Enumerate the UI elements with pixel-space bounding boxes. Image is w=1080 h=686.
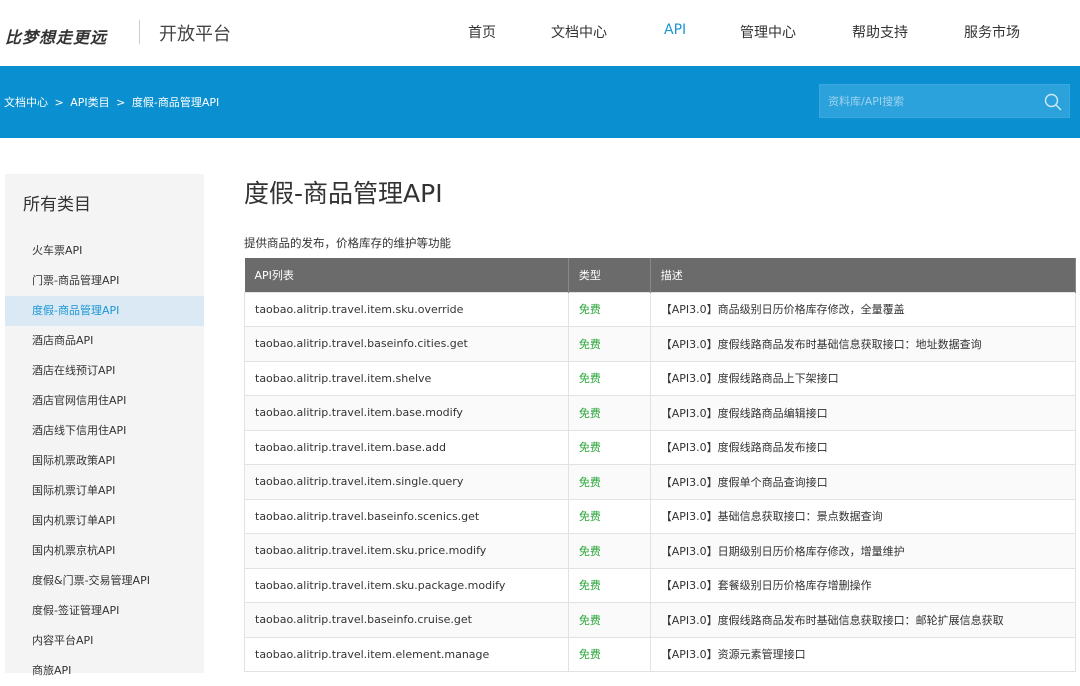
table-row: taobao.alitrip.travel.item.single.query … (244, 464, 1077, 500)
nav-api[interactable]: API (664, 22, 686, 38)
table-row: taobao.alitrip.travel.item.shelve 免费 【AP… (244, 360, 1077, 396)
column-header-type: 类型 (568, 258, 651, 292)
api-name-link[interactable]: taobao.alitrip.travel.item.shelve (244, 360, 569, 396)
api-description: 【API3.0】度假单个商品查询接口 (649, 464, 1077, 500)
table-row: taobao.alitrip.travel.item.element.manag… (244, 636, 1077, 672)
sidebar-item-ticket-goods[interactable]: 门票-商品管理API (5, 266, 204, 296)
sidebar-item-vacation-goods[interactable]: 度假-商品管理API (5, 296, 204, 326)
api-description: 【API3.0】度假线路商品编辑接口 (649, 395, 1077, 431)
sidebar-item-hotel-official-credit[interactable]: 酒店官网信用住API (5, 386, 204, 416)
sidebar-item-vacation-ticket-trade[interactable]: 度假&门票-交易管理API (5, 566, 204, 596)
page-title: 度假-商品管理API (244, 179, 443, 208)
logo[interactable]: 比梦想走更远 (5, 24, 107, 48)
search-icon[interactable] (1043, 92, 1063, 112)
nav-docs[interactable]: 文档中心 (551, 22, 607, 42)
sidebar-item-domestic-flight-order[interactable]: 国内机票订单API (5, 506, 204, 536)
api-name-link[interactable]: taobao.alitrip.travel.item.base.modify (244, 395, 569, 431)
table-row: taobao.alitrip.travel.baseinfo.cities.ge… (244, 326, 1077, 362)
api-description: 【API3.0】套餐级别日历价格库存增删操作 (649, 567, 1077, 603)
sidebar-item-hotel-booking[interactable]: 酒店在线预订API (5, 356, 204, 386)
nav-help[interactable]: 帮助支持 (852, 22, 908, 42)
api-type: 免费 (567, 326, 651, 362)
api-description: 【API3.0】资源元素管理接口 (649, 636, 1077, 672)
breadcrumb-docs[interactable]: 文档中心 (4, 96, 48, 109)
breadcrumb-current: 度假-商品管理API (131, 96, 220, 109)
sidebar-item-hotel-goods[interactable]: 酒店商品API (5, 326, 204, 356)
api-type: 免费 (567, 464, 651, 500)
sidebar-item-business-travel[interactable]: 商旅API (5, 656, 204, 686)
api-name-link[interactable]: taobao.alitrip.travel.baseinfo.scenics.g… (244, 498, 569, 534)
api-name-link[interactable]: taobao.alitrip.travel.item.sku.package.m… (244, 567, 569, 603)
table-header-row: API列表 类型 描述 (244, 258, 1077, 292)
platform-title[interactable]: 开放平台 (159, 20, 231, 46)
sidebar-item-intl-flight-order[interactable]: 国际机票订单API (5, 476, 204, 506)
blue-banner: 文档中心 > API类目 > 度假-商品管理API (0, 66, 1080, 138)
column-header-api: API列表 (244, 258, 569, 292)
breadcrumb: 文档中心 > API类目 > 度假-商品管理API (4, 94, 222, 110)
api-name-link[interactable]: taobao.alitrip.travel.item.base.add (244, 429, 569, 465)
breadcrumb-separator: > (116, 96, 126, 109)
api-description: 【API3.0】度假线路商品发布接口 (649, 429, 1077, 465)
search-input[interactable] (828, 93, 1038, 109)
api-description: 【API3.0】基础信息获取接口：景点数据查询 (649, 498, 1077, 534)
table-row: taobao.alitrip.travel.baseinfo.cruise.ge… (244, 602, 1077, 638)
api-type: 免费 (567, 360, 651, 396)
sidebar-item-content-platform[interactable]: 内容平台API (5, 626, 204, 656)
api-name-link[interactable]: taobao.alitrip.travel.baseinfo.cities.ge… (244, 326, 569, 362)
column-header-description: 描述 (650, 258, 1077, 292)
api-type: 免费 (567, 291, 651, 327)
api-description: 【API3.0】度假线路商品发布时基础信息获取接口：邮轮扩展信息获取 (649, 602, 1077, 638)
api-name-link[interactable]: taobao.alitrip.travel.item.single.query (244, 464, 569, 500)
api-description: 【API3.0】度假线路商品上下架接口 (649, 360, 1077, 396)
nav-home[interactable]: 首页 (468, 22, 496, 42)
api-description: 【API3.0】度假线路商品发布时基础信息获取接口：地址数据查询 (649, 326, 1077, 362)
api-name-link[interactable]: taobao.alitrip.travel.item.sku.price.mod… (244, 533, 569, 569)
nav-management[interactable]: 管理中心 (740, 22, 796, 42)
api-type: 免费 (567, 636, 651, 672)
table-row: taobao.alitrip.travel.baseinfo.scenics.g… (244, 498, 1077, 534)
breadcrumb-api-category[interactable]: API类目 (70, 96, 109, 109)
category-sidebar: 所有类目 火车票API 门票-商品管理API 度假-商品管理API 酒店商品AP… (5, 174, 204, 677)
top-nav-bar: 比梦想走更远 开放平台 首页 文档中心 API 管理中心 帮助支持 服务市场 (0, 0, 1080, 66)
table-row: taobao.alitrip.travel.item.sku.price.mod… (244, 533, 1077, 569)
table-row: taobao.alitrip.travel.item.sku.package.m… (244, 567, 1077, 603)
sidebar-item-hotel-offline-credit[interactable]: 酒店线下信用住API (5, 416, 204, 446)
api-name-link[interactable]: taobao.alitrip.travel.baseinfo.cruise.ge… (244, 602, 569, 638)
table-row: taobao.alitrip.travel.item.sku.override … (244, 291, 1077, 327)
api-type: 免费 (567, 533, 651, 569)
page-description: 提供商品的发布，价格库存的维护等功能 (244, 236, 451, 250)
api-description: 【API3.0】商品级别日历价格库存修改，全量覆盖 (649, 291, 1077, 327)
sidebar-item-train[interactable]: 火车票API (5, 236, 204, 266)
search-box (819, 84, 1070, 118)
api-type: 免费 (567, 395, 651, 431)
sidebar-item-domestic-flight-jinghang[interactable]: 国内机票京杭API (5, 536, 204, 566)
api-name-link[interactable]: taobao.alitrip.travel.item.sku.override (244, 291, 569, 327)
breadcrumb-separator: > (54, 96, 64, 109)
api-type: 免费 (567, 602, 651, 638)
api-type: 免费 (567, 567, 651, 603)
api-type: 免费 (567, 498, 651, 534)
api-name-link[interactable]: taobao.alitrip.travel.item.element.manag… (244, 636, 569, 672)
nav-market[interactable]: 服务市场 (964, 22, 1020, 42)
api-description: 【API3.0】日期级别日历价格库存修改，增量维护 (649, 533, 1077, 569)
sidebar-item-intl-flight-policy[interactable]: 国际机票政策API (5, 446, 204, 476)
api-table: API列表 类型 描述 taobao.alitrip.travel.item.s… (244, 258, 1077, 672)
api-type: 免费 (567, 429, 651, 465)
sidebar-title: 所有类目 (23, 195, 91, 215)
sidebar-item-vacation-visa[interactable]: 度假-签证管理API (5, 596, 204, 626)
logo-divider (139, 20, 140, 44)
table-row: taobao.alitrip.travel.item.base.modify 免… (244, 395, 1077, 431)
table-row: taobao.alitrip.travel.item.base.add 免费 【… (244, 429, 1077, 465)
